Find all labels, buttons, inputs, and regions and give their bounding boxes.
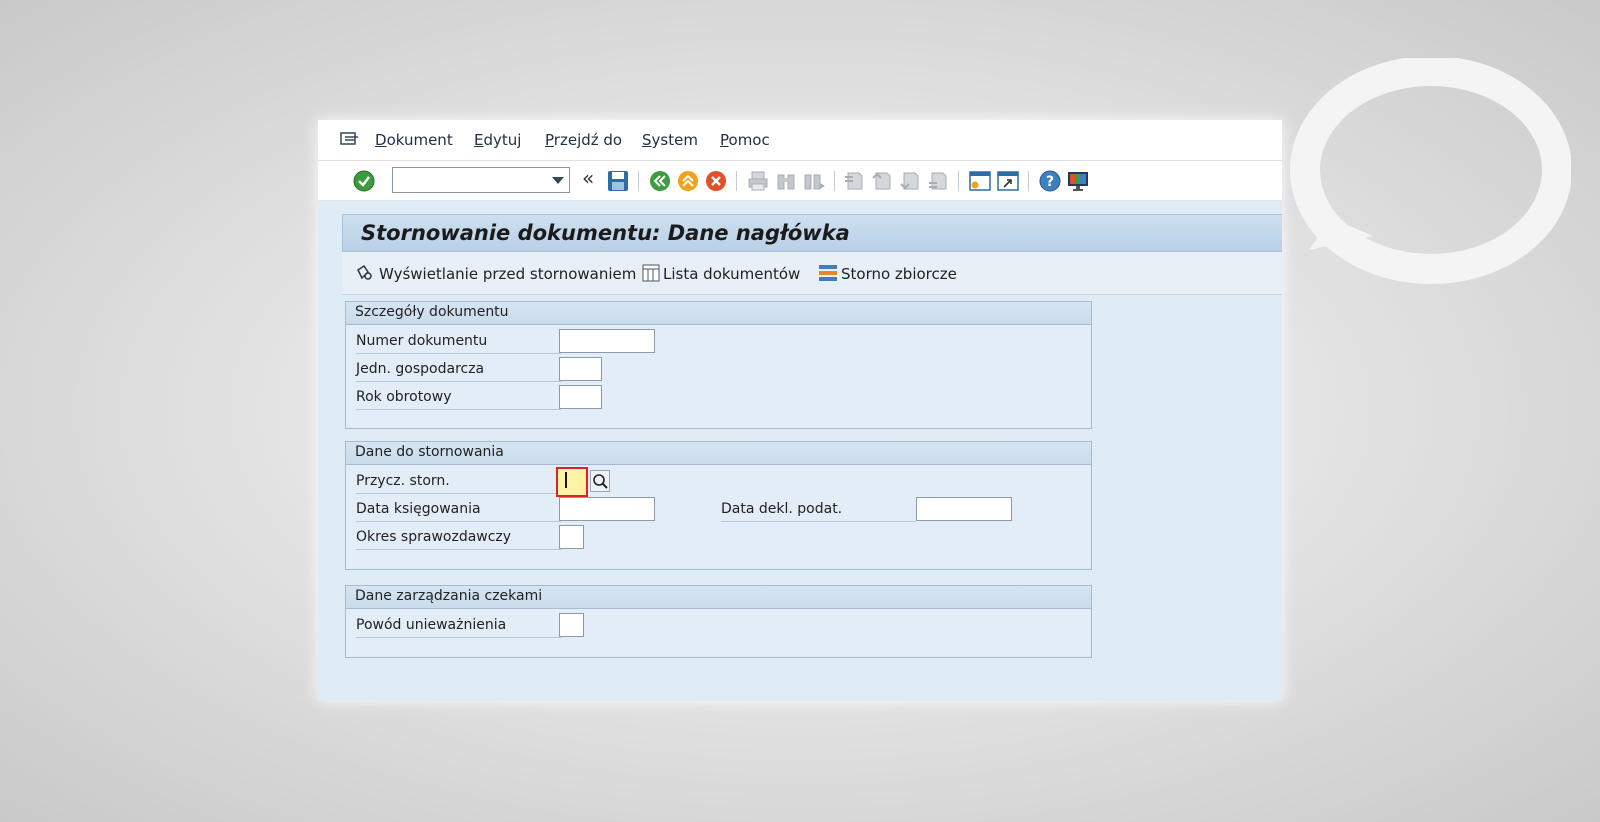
toolbar-separator xyxy=(958,171,959,191)
mass-reversal-icon xyxy=(819,265,837,281)
find-next-icon[interactable] xyxy=(802,169,826,193)
tax-report-date-label: Data dekl. podat. xyxy=(721,498,916,522)
menu-edytuj[interactable]: Edytuj xyxy=(474,131,521,149)
menu-bar: Dokument Edytuj Przejdź do System Pomoc xyxy=(318,120,1282,161)
command-field[interactable] xyxy=(392,167,570,193)
new-session-icon[interactable] xyxy=(968,169,992,193)
reversal-reason-label: Przycz. storn. xyxy=(356,470,561,494)
enter-checkmark-icon[interactable] xyxy=(352,169,376,193)
help-icon[interactable]: ? xyxy=(1038,169,1062,193)
chevron-down-icon[interactable] xyxy=(552,177,564,184)
back-icon[interactable] xyxy=(648,169,672,193)
toolbar-separator xyxy=(1028,171,1029,191)
page-title: Stornowanie dokumentu: Dane nagłówka xyxy=(361,221,850,245)
value-help-button[interactable] xyxy=(590,470,610,492)
save-icon[interactable] xyxy=(606,169,630,193)
find-icon[interactable] xyxy=(774,169,798,193)
group-header: Dane zarządzania czekami xyxy=(346,586,1091,609)
posting-period-label: Okres sprawozdawczy xyxy=(356,526,561,550)
tax-report-date-input[interactable] xyxy=(916,497,1012,521)
title-bar: Stornowanie dokumentu: Dane nagłówka xyxy=(342,214,1282,252)
exit-icon[interactable] xyxy=(676,169,700,193)
speech-bubble-logo-icon xyxy=(1290,58,1571,284)
group-document-details: Szczegóły dokumentu Numer dokumentu Jedn… xyxy=(345,301,1092,429)
text-caret xyxy=(565,472,567,488)
group-check-management: Dane zarządzania czekami Powód unieważni… xyxy=(345,585,1092,658)
customize-layout-icon[interactable] xyxy=(1066,169,1090,193)
glasses-icon xyxy=(357,264,372,280)
document-number-input[interactable] xyxy=(559,329,655,353)
first-page-icon[interactable] xyxy=(842,169,866,193)
toolbar-separator xyxy=(736,171,737,191)
svg-text:?: ? xyxy=(1046,174,1054,190)
group-reversal-data: Dane do stornowania Przycz. storn. Data … xyxy=(345,441,1092,570)
magnifier-icon xyxy=(593,474,608,489)
document-number-label: Numer dokumentu xyxy=(356,330,561,354)
last-page-icon[interactable] xyxy=(926,169,950,193)
posting-date-input[interactable] xyxy=(559,497,655,521)
document-list-button[interactable]: Lista dokumentów xyxy=(642,264,800,283)
list-icon xyxy=(642,264,660,282)
create-shortcut-icon[interactable] xyxy=(996,169,1020,193)
next-page-icon[interactable] xyxy=(898,169,922,193)
toolbar-separator xyxy=(834,171,835,191)
fiscal-year-input[interactable] xyxy=(559,385,602,409)
menu-dokument[interactable]: Dokument xyxy=(375,131,453,149)
display-before-reversal-button[interactable]: Wyświetlanie przed stornowaniem xyxy=(356,264,636,283)
toolbar-separator xyxy=(638,171,639,191)
menu-przejdz-do[interactable]: Przejdź do xyxy=(545,131,622,149)
menu-pomoc[interactable]: Pomoc xyxy=(720,131,770,149)
previous-page-icon[interactable] xyxy=(870,169,894,193)
print-icon[interactable] xyxy=(746,169,770,193)
void-reason-input[interactable] xyxy=(559,613,584,637)
mass-reversal-button[interactable]: Storno zbiorcze xyxy=(818,264,957,283)
application-toolbar: Wyświetlanie przed stornowaniem Lista do… xyxy=(342,252,1282,295)
menu-system[interactable]: System xyxy=(642,131,698,149)
group-header: Szczegóły dokumentu xyxy=(346,302,1091,325)
posting-date-label: Data księgowania xyxy=(356,498,561,522)
sap-window: Dokument Edytuj Przejdź do System Pomoc … xyxy=(318,120,1282,701)
void-reason-label: Powód unieważnienia xyxy=(356,614,561,638)
fiscal-year-label: Rok obrotowy xyxy=(356,386,561,410)
company-code-label: Jedn. gospodarcza xyxy=(356,358,561,382)
company-code-input[interactable] xyxy=(559,357,602,381)
reversal-reason-input[interactable] xyxy=(556,467,588,497)
content-area: Stornowanie dokumentu: Dane nagłówka Wyś… xyxy=(318,201,1282,701)
cancel-icon[interactable] xyxy=(704,169,728,193)
posting-period-input[interactable] xyxy=(559,525,584,549)
standard-toolbar: « ? xyxy=(318,161,1282,201)
double-chevron-left-icon[interactable]: « xyxy=(582,166,594,190)
menu-icon[interactable] xyxy=(340,132,360,148)
group-header: Dane do stornowania xyxy=(346,442,1091,465)
